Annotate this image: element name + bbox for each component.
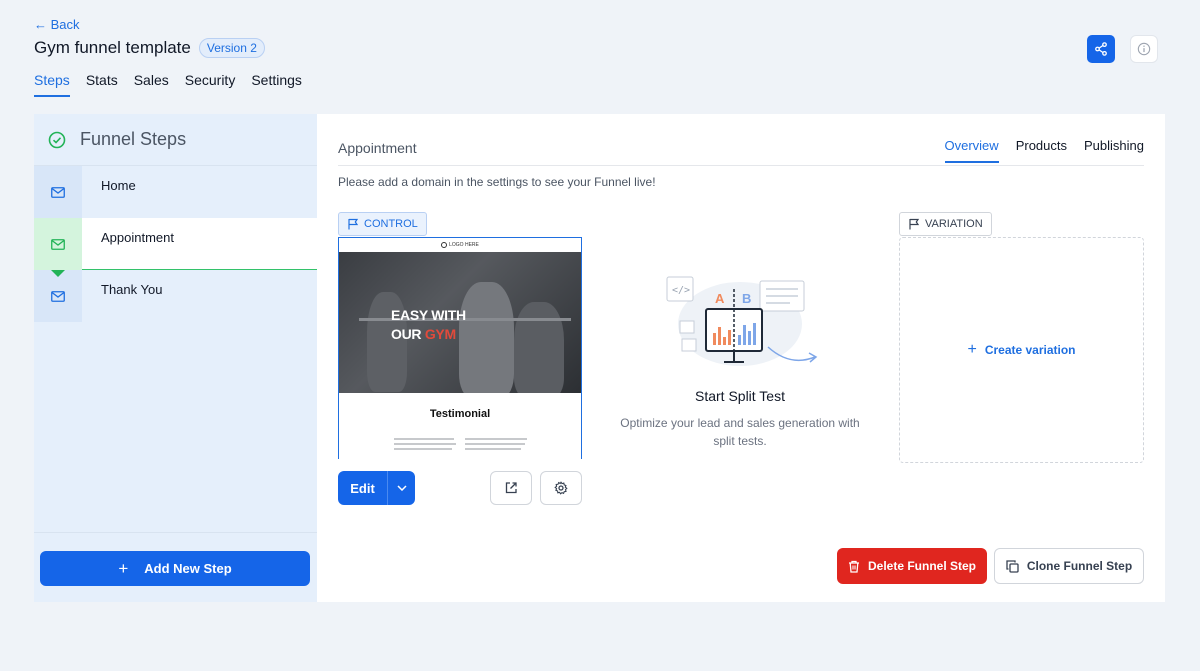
delete-label: Delete Funnel Step xyxy=(867,559,977,573)
step-icon-cell xyxy=(34,166,82,218)
tab-publishing[interactable]: Publishing xyxy=(1084,138,1144,163)
clone-funnel-step-button[interactable]: Clone Funnel Step xyxy=(994,548,1144,584)
split-test-illustration: </> A B xyxy=(620,269,860,384)
arrow-left-icon: ← xyxy=(34,17,47,32)
share-icon xyxy=(1095,42,1107,56)
back-link[interactable]: ← Back xyxy=(34,17,80,32)
split-test-icon: </> A B xyxy=(666,276,818,366)
tab-overview[interactable]: Overview xyxy=(944,138,999,163)
clone-label: Clone Funnel Step xyxy=(1026,559,1133,573)
edit-dropdown-button[interactable] xyxy=(387,471,415,505)
hero-figure xyxy=(514,302,564,393)
step-label-home: Home xyxy=(101,178,136,193)
add-step-label: Add New Step xyxy=(144,561,232,576)
hero-line-2: OUR GYM xyxy=(391,325,466,344)
delete-funnel-step-button[interactable]: Delete Funnel Step xyxy=(837,548,987,584)
top-tabs: Steps Stats Sales Security Settings xyxy=(34,72,302,97)
step-icon-cell xyxy=(34,270,82,322)
chevron-down-icon xyxy=(396,485,407,491)
sidebar-step-appointment[interactable]: Appointment xyxy=(34,218,317,270)
mail-icon xyxy=(51,290,65,302)
step-tabs: Overview Products Publishing xyxy=(944,138,1144,163)
title-row: Gym funnel template Version 2 xyxy=(34,38,265,58)
svg-text:</>: </> xyxy=(672,285,690,296)
step-label-appointment: Appointment xyxy=(101,230,174,245)
back-label: Back xyxy=(50,17,80,32)
preview-section-title: Testimonial xyxy=(429,408,491,420)
step-icon-cell xyxy=(34,218,82,270)
page-title: Gym funnel template xyxy=(34,38,191,57)
hero-line-1: EASY WITH xyxy=(391,307,466,323)
domain-message: Please add a domain in the settings to s… xyxy=(338,175,656,189)
preview-hero-headline: EASY WITH OUR GYM xyxy=(391,306,466,344)
tab-security[interactable]: Security xyxy=(185,72,236,97)
preview-hero-image: EASY WITH OUR GYM xyxy=(339,252,581,393)
preview-text-lines xyxy=(465,438,581,453)
preview-logo-text: LOGO HERE xyxy=(449,242,479,248)
control-tag: CONTROL xyxy=(338,212,427,236)
tab-steps[interactable]: Steps xyxy=(34,72,70,97)
create-variation-button[interactable]: + Create variation xyxy=(899,237,1144,463)
step-name-heading: Appointment xyxy=(338,140,417,156)
logo-circle-icon xyxy=(441,242,448,248)
tab-stats[interactable]: Stats xyxy=(86,72,118,97)
tab-sales[interactable]: Sales xyxy=(134,72,169,97)
page-preview-thumbnail[interactable]: LOGO HERE EASY WITH OUR GYM Testimonial xyxy=(338,237,582,459)
sidebar-title: Funnel Steps xyxy=(80,129,187,149)
split-label-b: B xyxy=(742,291,751,306)
hero-figure xyxy=(459,282,514,393)
trash-icon xyxy=(848,560,859,573)
sidebar-step-home[interactable]: Home xyxy=(34,166,317,218)
divider xyxy=(338,165,1144,166)
mail-icon xyxy=(51,186,65,198)
share-button[interactable] xyxy=(1087,35,1115,63)
funnel-steps-sidebar: Funnel Steps Home Appointment Thank You … xyxy=(34,114,317,602)
version-badge: Version 2 xyxy=(198,38,265,58)
edit-button-group: Edit xyxy=(338,471,415,505)
flag-icon xyxy=(909,218,920,230)
split-label-a: A xyxy=(715,291,725,306)
plus-icon: + xyxy=(118,558,129,578)
copy-icon xyxy=(1006,559,1019,573)
hero-line-2b: GYM xyxy=(424,325,456,342)
split-test-description: Optimize your lead and sales generation … xyxy=(620,416,860,448)
create-variation-label: Create variation xyxy=(984,343,1076,357)
step-label-thank-you: Thank You xyxy=(101,282,163,297)
variation-label: VARIATION xyxy=(925,218,983,230)
sidebar-header: Funnel Steps xyxy=(34,114,317,166)
step-detail-panel: Appointment Overview Products Publishing… xyxy=(317,114,1165,602)
check-circle-icon xyxy=(48,131,66,148)
sidebar-footer: + Add New Step xyxy=(34,532,317,602)
split-test-title: Start Split Test xyxy=(694,388,785,404)
preview-logo: LOGO HERE xyxy=(339,238,581,252)
flag-icon xyxy=(348,218,359,230)
step-settings-button[interactable] xyxy=(540,471,582,505)
info-icon xyxy=(1137,42,1151,56)
mail-icon xyxy=(51,238,65,250)
tab-settings[interactable]: Settings xyxy=(251,72,302,97)
info-button[interactable] xyxy=(1130,35,1158,63)
plus-icon: + xyxy=(967,341,977,358)
sidebar-step-thank-you[interactable]: Thank You xyxy=(34,270,317,322)
tab-products[interactable]: Products xyxy=(1016,138,1067,163)
external-link-icon xyxy=(505,482,517,494)
control-label: CONTROL xyxy=(364,218,418,230)
gear-icon xyxy=(554,481,568,495)
hero-line-2a: OUR xyxy=(391,325,422,342)
variation-tag: VARIATION xyxy=(899,212,992,236)
open-external-button[interactable] xyxy=(490,471,532,505)
edit-button[interactable]: Edit xyxy=(338,471,387,505)
step-connector-arrow xyxy=(51,270,65,277)
add-new-step-button[interactable]: + Add New Step xyxy=(40,551,310,586)
